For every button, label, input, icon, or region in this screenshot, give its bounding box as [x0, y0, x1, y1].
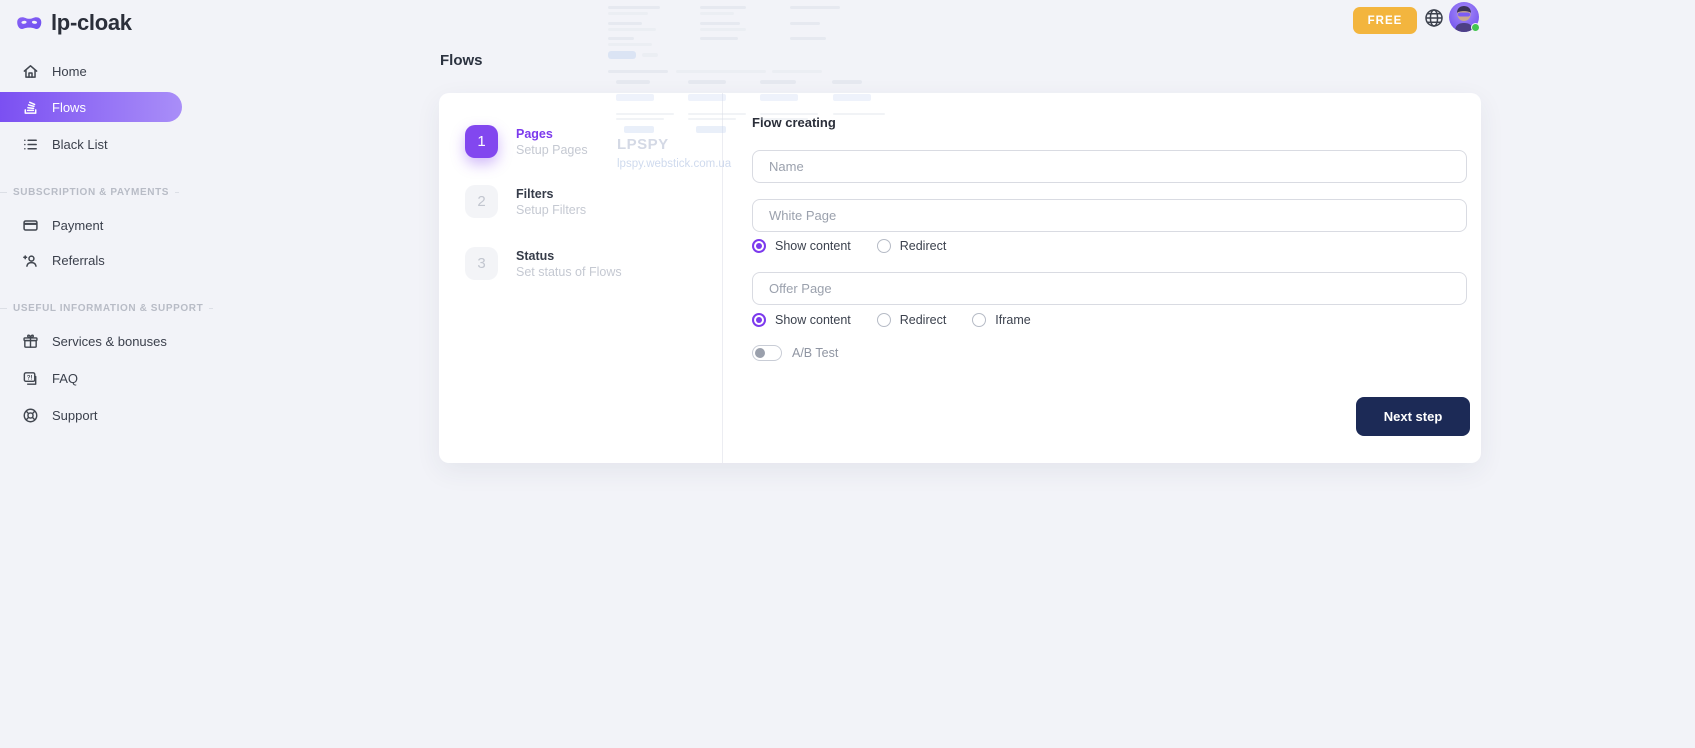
- white-page-input[interactable]: [752, 199, 1467, 232]
- radio-circle: [877, 239, 891, 253]
- ab-test-toggle-row[interactable]: A/B Test: [752, 345, 838, 361]
- sidebar-item-payment[interactable]: Payment: [0, 210, 182, 240]
- form-title: Flow creating: [752, 115, 836, 130]
- radio-circle: [877, 313, 891, 327]
- flow-name-input[interactable]: [752, 150, 1467, 183]
- radio-redirect[interactable]: Redirect: [877, 239, 947, 253]
- offer-page-input[interactable]: [752, 272, 1467, 305]
- white-page-mode-group: Show content Redirect: [752, 238, 946, 254]
- app-logo: lp-cloak: [16, 10, 132, 36]
- step-desc: Setup Pages: [516, 142, 588, 158]
- section-label: USEFUL INFORMATION & SUPPORT: [13, 303, 203, 314]
- radio-label: Redirect: [900, 313, 947, 327]
- sidebar-item-flows[interactable]: Flows: [0, 92, 182, 122]
- section-label: SUBSCRIPTION & PAYMENTS: [13, 187, 169, 198]
- radio-circle: [972, 313, 986, 327]
- stepper-step-filters[interactable]: 2 Filters Setup Filters: [465, 185, 586, 218]
- radio-label: Redirect: [900, 239, 947, 253]
- radio-iframe[interactable]: Iframe: [972, 313, 1030, 327]
- radio-label: Show content: [775, 313, 851, 327]
- step-number-badge: 2: [465, 185, 498, 218]
- step-number-badge: 3: [465, 247, 498, 280]
- online-status-dot: [1471, 23, 1480, 32]
- step-desc: Setup Filters: [516, 202, 586, 218]
- sidebar-section-subscription: SUBSCRIPTION & PAYMENTS: [0, 185, 168, 199]
- gift-icon: [22, 333, 39, 350]
- radio-label: Show content: [775, 239, 851, 253]
- radio-label: Iframe: [995, 313, 1030, 327]
- offer-page-mode-group: Show content Redirect Iframe: [752, 312, 1031, 328]
- logo-text: lp-cloak: [51, 10, 132, 36]
- credit-card-icon: [22, 217, 39, 234]
- sidebar-item-label: Flows: [52, 100, 86, 115]
- radio-circle: [752, 313, 766, 327]
- sidebar-item-label: Referrals: [52, 253, 105, 268]
- sidebar-item-black-list[interactable]: Black List: [0, 129, 182, 159]
- radio-redirect[interactable]: Redirect: [877, 313, 947, 327]
- radio-show-content[interactable]: Show content: [752, 313, 851, 327]
- home-icon: [22, 63, 39, 80]
- sidebar-item-label: FAQ: [52, 371, 78, 386]
- sidebar-item-label: Support: [52, 408, 98, 423]
- list-icon: [22, 136, 39, 153]
- svg-text:?!: ?!: [27, 374, 33, 381]
- language-globe-icon[interactable]: [1424, 8, 1444, 28]
- step-desc: Set status of Flows: [516, 264, 622, 280]
- step-number-badge: 1: [465, 125, 498, 158]
- sidebar-section-support: USEFUL INFORMATION & SUPPORT: [0, 301, 168, 315]
- ab-test-label: A/B Test: [792, 346, 838, 360]
- radio-circle: [752, 239, 766, 253]
- stepper-step-status[interactable]: 3 Status Set status of Flows: [465, 247, 622, 280]
- step-label: Status: [516, 248, 622, 264]
- referral-user-icon: [22, 252, 39, 269]
- flow-creating-card: 1 Pages Setup Pages 2 Filters Setup Filt…: [439, 93, 1481, 463]
- flows-icon: [22, 99, 39, 116]
- sidebar-item-home[interactable]: Home: [0, 56, 182, 86]
- radio-show-content[interactable]: Show content: [752, 239, 851, 253]
- next-step-button[interactable]: Next step: [1356, 397, 1470, 436]
- faq-bubble-icon: ?!: [22, 370, 39, 387]
- sidebar-item-label: Black List: [52, 137, 108, 152]
- sidebar-item-faq[interactable]: ?! FAQ: [0, 363, 182, 393]
- step-label: Pages: [516, 126, 588, 142]
- sidebar-item-label: Home: [52, 64, 87, 79]
- step-label: Filters: [516, 186, 586, 202]
- mask-logo-icon: [16, 14, 43, 33]
- sidebar-item-referrals[interactable]: Referrals: [0, 245, 182, 275]
- lifebuoy-icon: [22, 407, 39, 424]
- stepper-step-pages[interactable]: 1 Pages Setup Pages: [465, 125, 588, 158]
- sidebar-item-services[interactable]: Services & bonuses: [0, 326, 182, 356]
- sidebar-item-label: Payment: [52, 218, 103, 233]
- card-divider: [722, 93, 723, 463]
- sidebar-item-support[interactable]: Support: [0, 400, 182, 430]
- sidebar-item-label: Services & bonuses: [52, 334, 167, 349]
- page-title: Flows: [440, 52, 483, 69]
- plan-badge-button[interactable]: FREE: [1353, 7, 1417, 34]
- ab-test-toggle[interactable]: [752, 345, 782, 361]
